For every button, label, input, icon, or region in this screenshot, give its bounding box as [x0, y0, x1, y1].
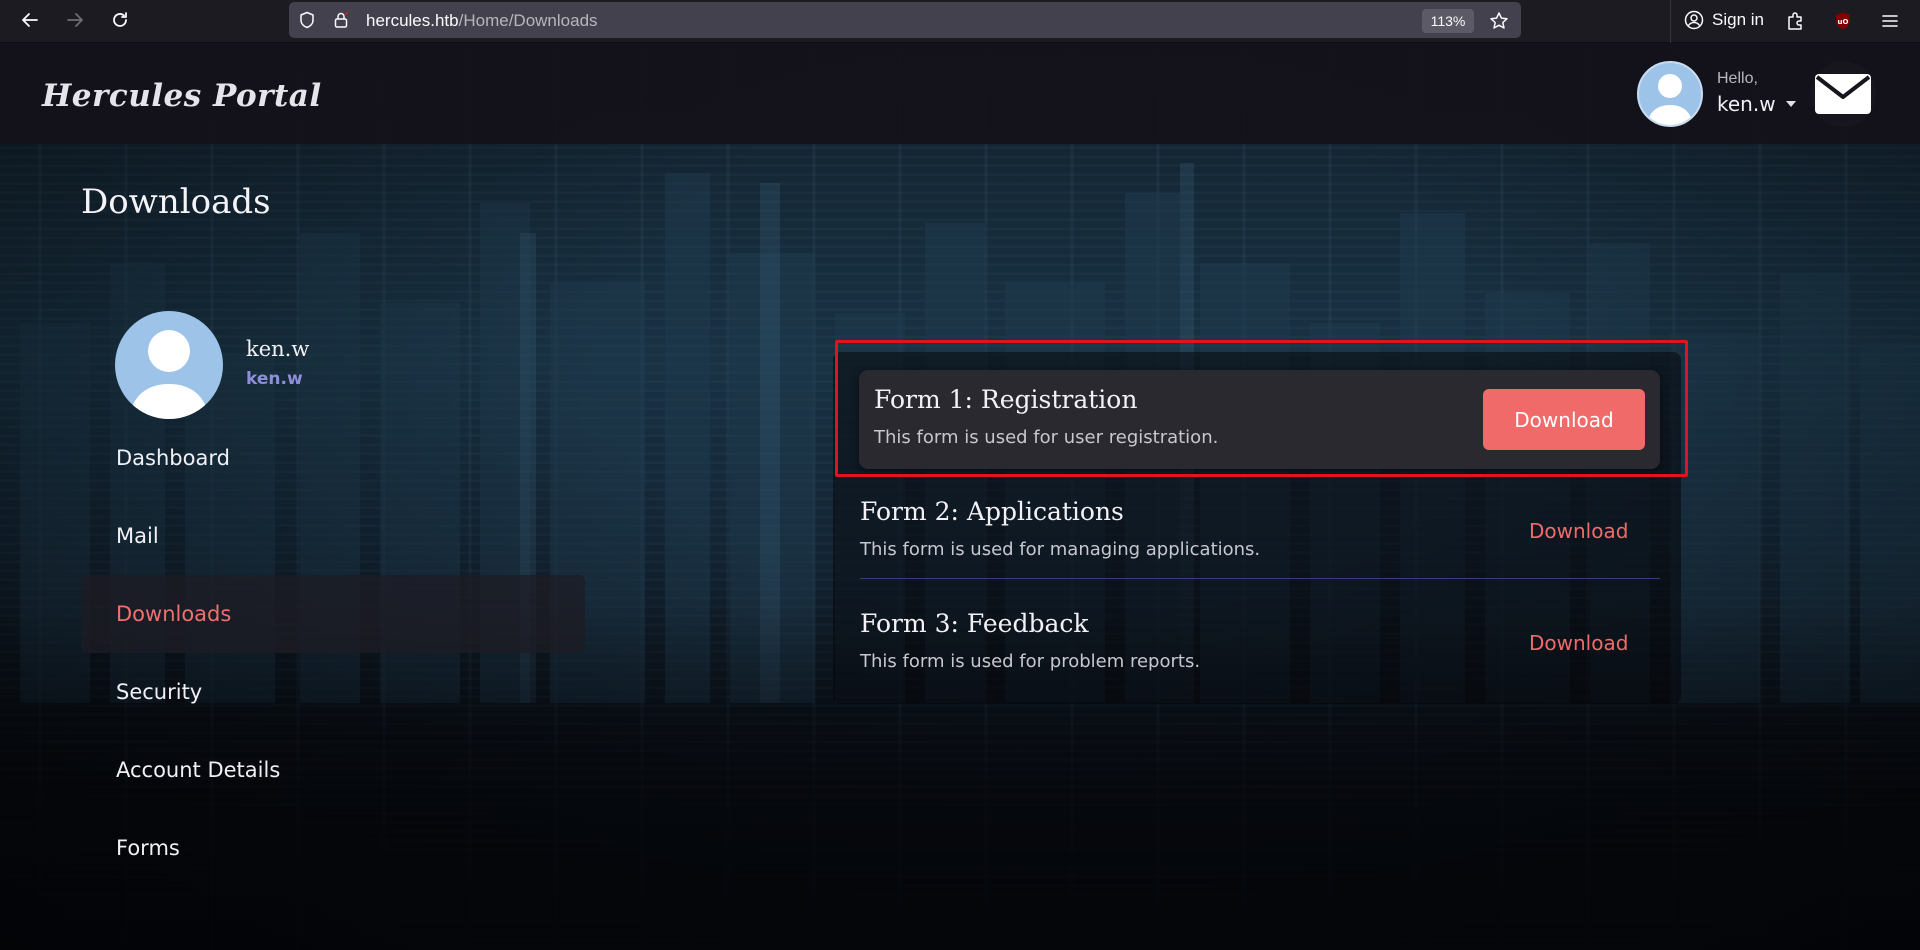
sidebar-item-label: Mail [116, 524, 159, 548]
navbar-username: ken.w [1717, 92, 1776, 116]
form-title: Form 3: Feedback [860, 609, 1089, 638]
form-description: This form is used for managing applicati… [860, 539, 1261, 560]
list-divider [860, 578, 1660, 579]
signin-button[interactable]: Sign in [1676, 5, 1772, 35]
form-title: Form 2: Applications [860, 497, 1124, 526]
arrow-left-icon [22, 13, 38, 27]
profile-avatar [115, 311, 223, 419]
user-menu-toggle[interactable]: ken.w [1717, 92, 1796, 116]
download-link-feedback[interactable]: Download [1529, 631, 1628, 655]
profile-handle: ken.w [246, 369, 303, 389]
extensions-icon[interactable] [1780, 6, 1810, 36]
sidebar-item-label: Forms [116, 836, 180, 860]
toolbar-separator [1670, 0, 1671, 43]
ublock-icon[interactable]: uO [1828, 6, 1858, 36]
arrow-right-icon [67, 13, 83, 27]
forward-button[interactable] [60, 5, 90, 35]
sidebar-item-label: Security [116, 680, 203, 704]
sidebar-item-dashboard[interactable]: Dashboard [81, 419, 585, 497]
account-icon [1684, 10, 1704, 30]
back-button[interactable] [15, 5, 45, 35]
sidebar-item-label: Account Details [116, 758, 281, 782]
sidebar-item-label: Downloads [116, 602, 232, 626]
address-bar[interactable]: hercules.htb/Home/Downloads 113% [289, 2, 1521, 38]
sidebar-item-label: Dashboard [116, 446, 230, 470]
sidebar-item-security[interactable]: Security [81, 653, 585, 731]
sidebar-item-account-details[interactable]: Account Details [81, 731, 585, 809]
user-avatar[interactable] [1637, 61, 1703, 127]
reload-button[interactable] [105, 5, 135, 35]
shield-icon[interactable] [297, 10, 317, 30]
reload-icon [113, 12, 127, 27]
browser-toolbar: hercules.htb/Home/Downloads 113% Sign in… [0, 0, 1920, 43]
sidebar-item-downloads[interactable]: Downloads [81, 575, 585, 653]
lock-icon[interactable] [331, 10, 351, 30]
mail-button[interactable] [1810, 61, 1876, 127]
user-silhouette-icon [129, 330, 209, 419]
zoom-level-badge[interactable]: 113% [1422, 9, 1474, 33]
highlight-annotation-box [835, 340, 1688, 477]
user-silhouette-icon [1647, 74, 1693, 125]
url-text[interactable]: hercules.htb/Home/Downloads [366, 11, 598, 31]
bookmark-star-icon[interactable] [1487, 9, 1511, 33]
caret-down-icon [1785, 101, 1796, 107]
brand-title[interactable]: Hercules Portal [42, 78, 322, 114]
sidebar-item-forms[interactable]: Forms [81, 809, 585, 887]
greeting-text: Hello, [1717, 70, 1758, 87]
form-description: This form is used for problem reports. [860, 651, 1201, 672]
profile-name: ken.w [246, 337, 310, 361]
svg-text:uO: uO [1838, 18, 1849, 26]
envelope-icon [1815, 74, 1871, 114]
page-title: Downloads [81, 182, 271, 222]
portal-navbar: Hercules Portal Hello, ken.w [0, 43, 1920, 144]
sidebar-item-mail[interactable]: Mail [81, 497, 585, 575]
download-link-applications[interactable]: Download [1529, 519, 1628, 543]
signin-label: Sign in [1712, 10, 1764, 29]
menu-hamburger-icon[interactable] [1875, 6, 1905, 36]
